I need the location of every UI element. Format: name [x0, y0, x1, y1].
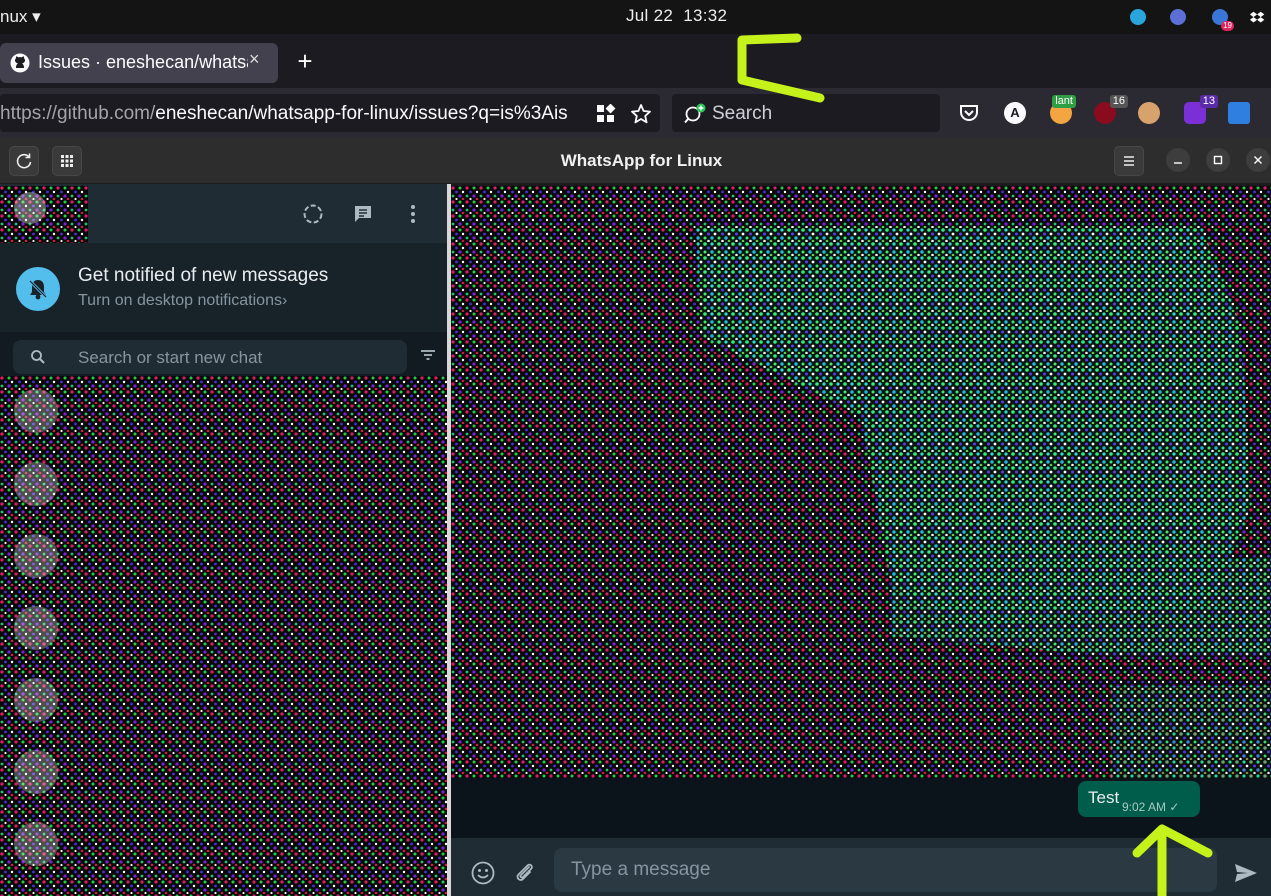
extension-doc-icon[interactable] [1228, 102, 1250, 124]
chat-avatar [14, 462, 58, 506]
chat-search-input[interactable]: Search or start new chat [13, 340, 407, 374]
chat-avatar [14, 678, 58, 722]
bookmark-star-icon[interactable] [630, 103, 652, 125]
new-chat-icon[interactable] [351, 202, 375, 226]
chat-avatar [14, 534, 58, 578]
app-menu[interactable]: nux ▾ [0, 7, 41, 27]
chat-avatar [14, 822, 58, 866]
url-rest: eneshecan/whatsapp-for-linux/issues?q=is… [155, 103, 568, 124]
github-icon [10, 53, 30, 73]
new-tab-button[interactable]: + [292, 47, 318, 75]
tray-vpn-icon[interactable] [1130, 9, 1146, 25]
tab-close-button[interactable]: × [249, 49, 260, 70]
notification-title: Get notified of new messages [78, 265, 329, 286]
message-input[interactable]: Type a message [554, 848, 1217, 892]
chat-avatar [14, 606, 58, 650]
notification-banner[interactable] [0, 243, 450, 332]
message-input-placeholder: Type a message [571, 859, 711, 880]
url-text: https://github.com/eneshecan/whatsapp-fo… [0, 103, 588, 125]
extension-purple-badge: 13 [1199, 95, 1218, 108]
chat-list[interactable] [0, 376, 447, 896]
chevron-right-icon: › [281, 292, 288, 309]
hamburger-menu-button[interactable] [1114, 146, 1144, 176]
maximize-button[interactable] [1206, 148, 1230, 172]
conversation-view[interactable] [451, 186, 1271, 778]
outgoing-message-bubble[interactable]: Test 9:02 AM ✓ [1078, 781, 1200, 817]
message-time: 9:02 AM [1122, 800, 1167, 814]
close-icon [1254, 156, 1262, 164]
sent-tick-icon: ✓ [1169, 800, 1180, 814]
system-top-bar: nux ▾ Jul 22 13:32 19 [0, 0, 1271, 34]
url-bar[interactable]: https://github.com/eneshecan/whatsapp-fo… [0, 94, 660, 132]
search-placeholder: Search [712, 103, 773, 124]
tray-badge: 19 [1221, 21, 1234, 31]
window-title: WhatsApp for Linux [560, 151, 723, 170]
emoji-icon[interactable] [470, 860, 496, 886]
chat-search-placeholder: Search or start new chat [78, 348, 263, 367]
message-timestamp: 9:02 AM ✓ [1122, 800, 1179, 814]
ublock-icon[interactable]: 16 [1094, 95, 1128, 124]
filter-icon[interactable] [418, 345, 438, 365]
url-prefix: https://github.com/ [0, 103, 156, 124]
search-icon [31, 350, 45, 364]
extension-lant-icon[interactable]: lant [1050, 95, 1076, 124]
ublock-badge: 16 [1109, 95, 1128, 108]
clock[interactable]: Jul 22 13:32 [626, 6, 727, 26]
chat-avatar [14, 389, 58, 433]
profile-avatar[interactable] [0, 186, 88, 243]
tray-network-icon[interactable] [1170, 9, 1186, 25]
status-icon[interactable] [301, 202, 325, 226]
extension-a-icon[interactable]: A [1004, 102, 1026, 124]
extension-lant-badge: lant [1052, 95, 1076, 108]
dropbox-icon[interactable] [1249, 9, 1265, 25]
chat-avatar [14, 750, 58, 794]
tab-github-issues[interactable]: Issues · eneshecan/whatsapp-for-linux × [0, 43, 278, 83]
qr-grid-icon[interactable] [596, 104, 616, 124]
search-icon [684, 103, 706, 124]
notification-subtitle[interactable]: Turn on desktop notifications› [78, 292, 287, 310]
close-window-button[interactable] [1246, 148, 1270, 172]
maximize-icon [1213, 155, 1223, 165]
notification-subtitle-text: Turn on desktop notifications [78, 292, 282, 309]
tab-title: Issues · eneshecan/whatsapp-for-linux [38, 52, 248, 72]
hamburger-icon [1124, 156, 1134, 166]
pocket-icon[interactable] [958, 103, 980, 123]
send-icon[interactable] [1233, 861, 1259, 885]
clock-date: Jul 22 [626, 6, 674, 25]
minimize-button[interactable] [1166, 148, 1190, 172]
notification-bell [16, 267, 60, 311]
extension-purple-icon[interactable]: 13 [1184, 95, 1218, 124]
bell-off-icon [28, 279, 48, 300]
clock-time: 13:32 [683, 6, 728, 25]
menu-dots-icon[interactable] [401, 202, 425, 226]
tray-chrome-icon[interactable]: 19 [1212, 9, 1234, 31]
search-bar[interactable]: Search [672, 94, 940, 132]
extension-face-icon[interactable] [1138, 102, 1160, 124]
minimize-icon [1174, 162, 1182, 164]
message-text: Test [1088, 788, 1120, 807]
paperclip-icon[interactable] [512, 860, 538, 886]
